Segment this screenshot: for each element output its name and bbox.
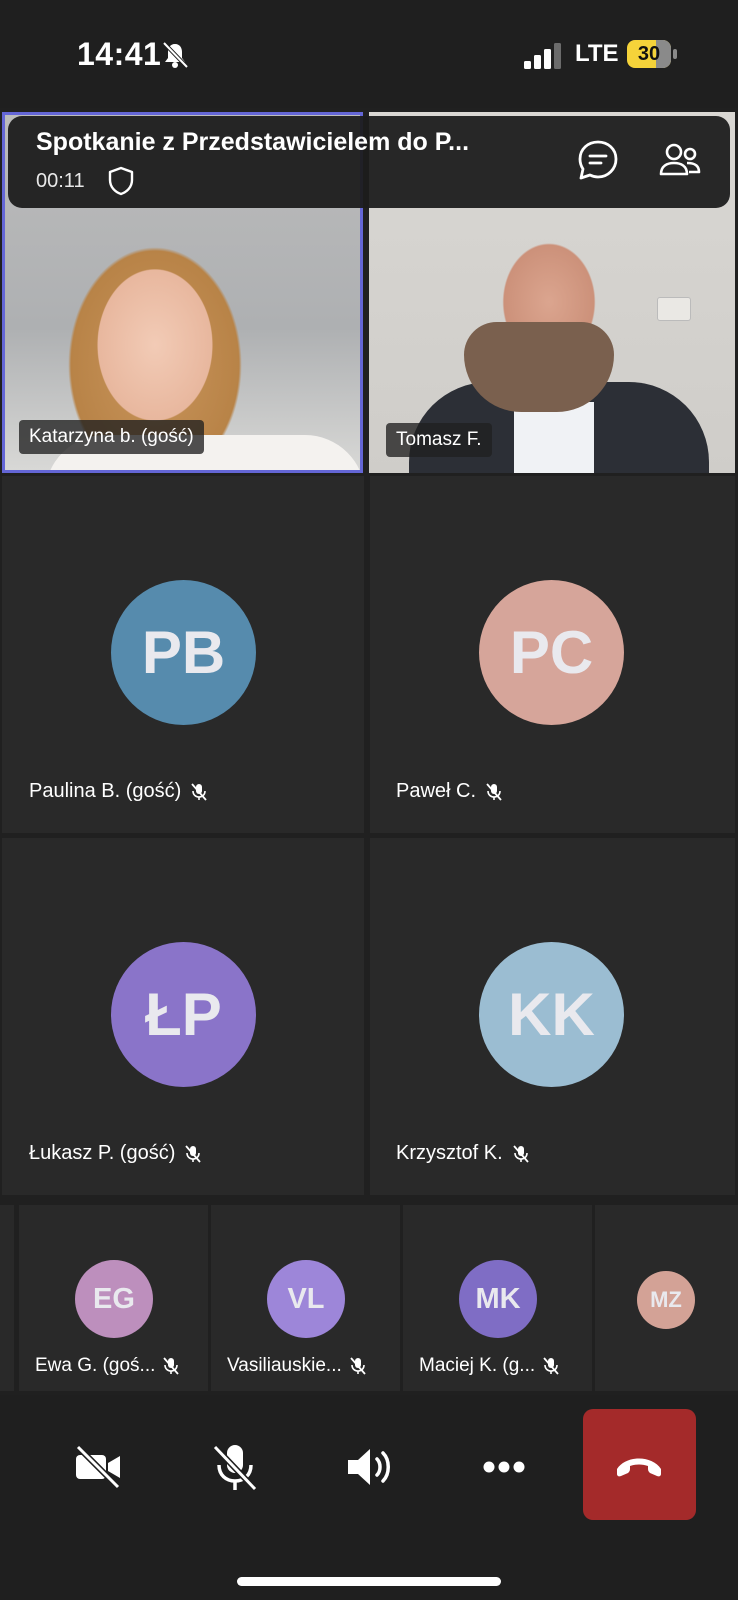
cellular-signal-icon xyxy=(524,43,561,69)
shield-icon[interactable] xyxy=(107,166,135,196)
mic-off-icon xyxy=(185,1144,202,1163)
avatar: ŁP xyxy=(111,942,256,1087)
mic-off-icon xyxy=(543,1357,559,1375)
participant-name: Vasiliauskie... xyxy=(227,1355,342,1376)
avatar: VL xyxy=(267,1260,345,1338)
participant-name: Paulina B. (gość) xyxy=(29,780,182,802)
participant-name: Krzysztof K. xyxy=(396,1142,503,1164)
participant-name: Ewa G. (goś... xyxy=(35,1355,156,1376)
battery-level: 30 xyxy=(637,43,661,65)
participant-label: Krzysztof K. xyxy=(396,1142,531,1165)
participant-label: Vasiliauskie... xyxy=(227,1355,368,1377)
participant-label: Łukasz P. (gość) xyxy=(29,1142,203,1165)
status-bar: 14:41 LTE 30 xyxy=(0,0,738,108)
meeting-title: Spotkanie z Przedstawicielem do P... xyxy=(36,128,470,156)
meeting-timer: 00:11 xyxy=(36,170,85,192)
chat-icon[interactable] xyxy=(576,138,620,182)
participant-tile-partial[interactable] xyxy=(0,1205,14,1391)
avatar: MK xyxy=(459,1260,537,1338)
mic-off-icon xyxy=(350,1357,366,1375)
participant-label: Paweł C. xyxy=(396,780,504,803)
participant-label: Ewa G. (goś... xyxy=(35,1355,181,1377)
mic-off-icon xyxy=(163,1357,180,1375)
more-icon[interactable] xyxy=(476,1439,532,1495)
participant-label: Paulina B. (gość) xyxy=(29,780,209,803)
participant-tile[interactable]: KK Krzysztof K. xyxy=(370,838,735,1195)
camera-off-icon[interactable] xyxy=(70,1439,126,1495)
participant-name: Maciej K. (g... xyxy=(419,1355,536,1376)
speaker-icon[interactable] xyxy=(342,1439,398,1495)
participant-name: Łukasz P. (gość) xyxy=(29,1142,176,1164)
mic-off-icon xyxy=(513,1144,529,1163)
avatar: PB xyxy=(111,580,256,725)
mic-off-icon xyxy=(191,782,207,801)
participant-name: Tomasz F. xyxy=(386,423,492,457)
participant-tile[interactable]: ŁP Łukasz P. (gość) xyxy=(2,838,364,1195)
participant-tile[interactable]: MK Maciej K. (g... xyxy=(403,1205,592,1391)
home-indicator[interactable] xyxy=(237,1577,501,1586)
avatar: EG xyxy=(75,1260,153,1338)
participant-name: Katarzyna b. (gość) xyxy=(19,420,204,454)
participant-tile[interactable]: EG Ewa G. (goś... xyxy=(19,1205,208,1391)
end-call-icon xyxy=(617,1458,661,1477)
participant-tile[interactable]: MZ xyxy=(595,1205,738,1391)
battery-icon: 30 xyxy=(627,40,677,70)
avatar: KK xyxy=(479,942,624,1087)
end-call-button[interactable] xyxy=(583,1409,696,1520)
participants-icon[interactable] xyxy=(658,138,702,182)
call-controls xyxy=(0,1395,738,1600)
participant-tile[interactable]: PC Paweł C. xyxy=(370,476,735,833)
mic-off-icon[interactable] xyxy=(207,1439,263,1495)
bell-slash-icon xyxy=(162,41,189,69)
status-time: 14:41 xyxy=(77,36,162,72)
network-type: LTE xyxy=(575,40,619,67)
meeting-header: Spotkanie z Przedstawicielem do P... 00:… xyxy=(8,116,730,208)
participant-label: Maciej K. (g... xyxy=(419,1355,561,1377)
mic-off-icon xyxy=(486,782,502,801)
participant-tile[interactable]: VL Vasiliauskie... xyxy=(211,1205,400,1391)
participant-tile[interactable]: PB Paulina B. (gość) xyxy=(2,476,364,833)
participant-name: Paweł C. xyxy=(396,780,477,802)
avatar: MZ xyxy=(637,1271,695,1329)
avatar: PC xyxy=(479,580,624,725)
